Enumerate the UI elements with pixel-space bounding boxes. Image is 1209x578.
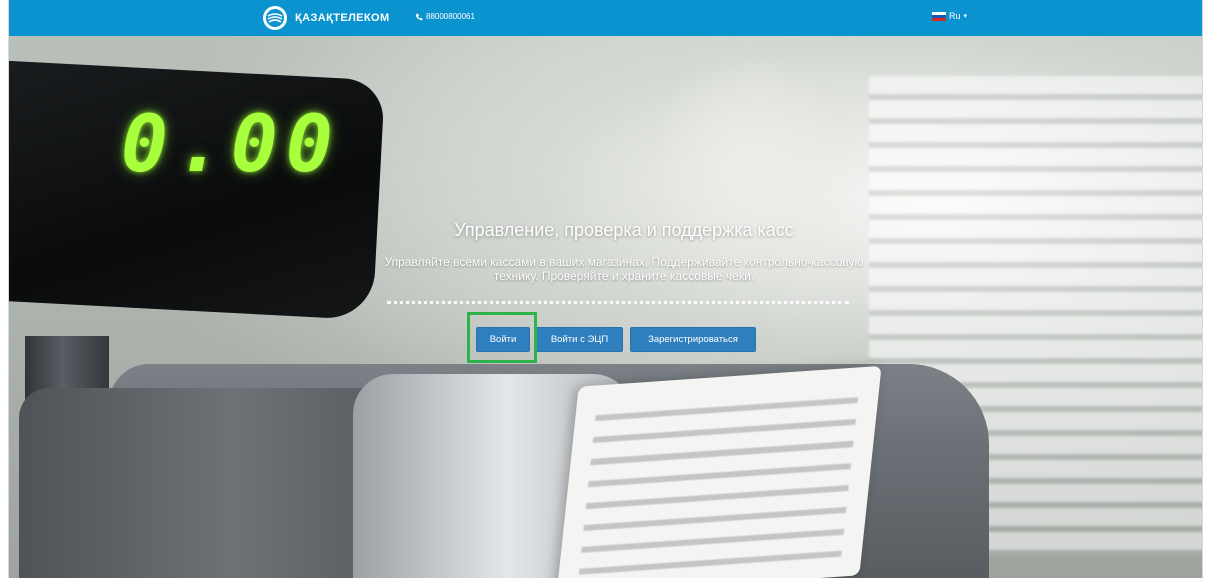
language-label: Ru — [949, 11, 961, 21]
caret-down-icon: ▾ — [963, 13, 968, 20]
register-button[interactable]: Зарегистрироваться — [630, 327, 756, 352]
hero-section: 0.00 Управление, проверка и поддержка ка… — [9, 36, 1202, 578]
kazakhtelecom-logo-icon — [263, 6, 287, 30]
phone-icon — [415, 13, 423, 20]
brand-name: ҚАЗАҚТЕЛЕКОМ — [295, 12, 390, 24]
page-frame: ҚАЗАҚТЕЛЕКОМ 88000800061 Ru ▾ 0.00 Управ… — [8, 0, 1203, 578]
language-selector[interactable]: Ru ▾ — [932, 11, 967, 21]
phone-contact[interactable]: 88000800061 — [415, 12, 475, 21]
top-navbar: ҚАЗАҚТЕЛЕКОМ 88000800061 Ru ▾ — [9, 0, 1202, 36]
hero-content: Управление, проверка и поддержка касс Уп… — [9, 36, 1202, 578]
dotted-divider — [387, 301, 849, 304]
hero-headline: Управление, проверка и поддержка касс — [454, 220, 794, 240]
login-ecp-button[interactable]: Войти с ЭЦП — [536, 327, 623, 352]
russia-flag-icon — [932, 11, 946, 21]
brand-logo[interactable]: ҚАЗАҚТЕЛЕКОМ — [263, 6, 390, 30]
login-button[interactable]: Войти — [476, 327, 530, 352]
hero-subtext: Управляйте всеми кассами в ваших магазин… — [384, 255, 864, 283]
phone-number: 88000800061 — [426, 12, 475, 21]
